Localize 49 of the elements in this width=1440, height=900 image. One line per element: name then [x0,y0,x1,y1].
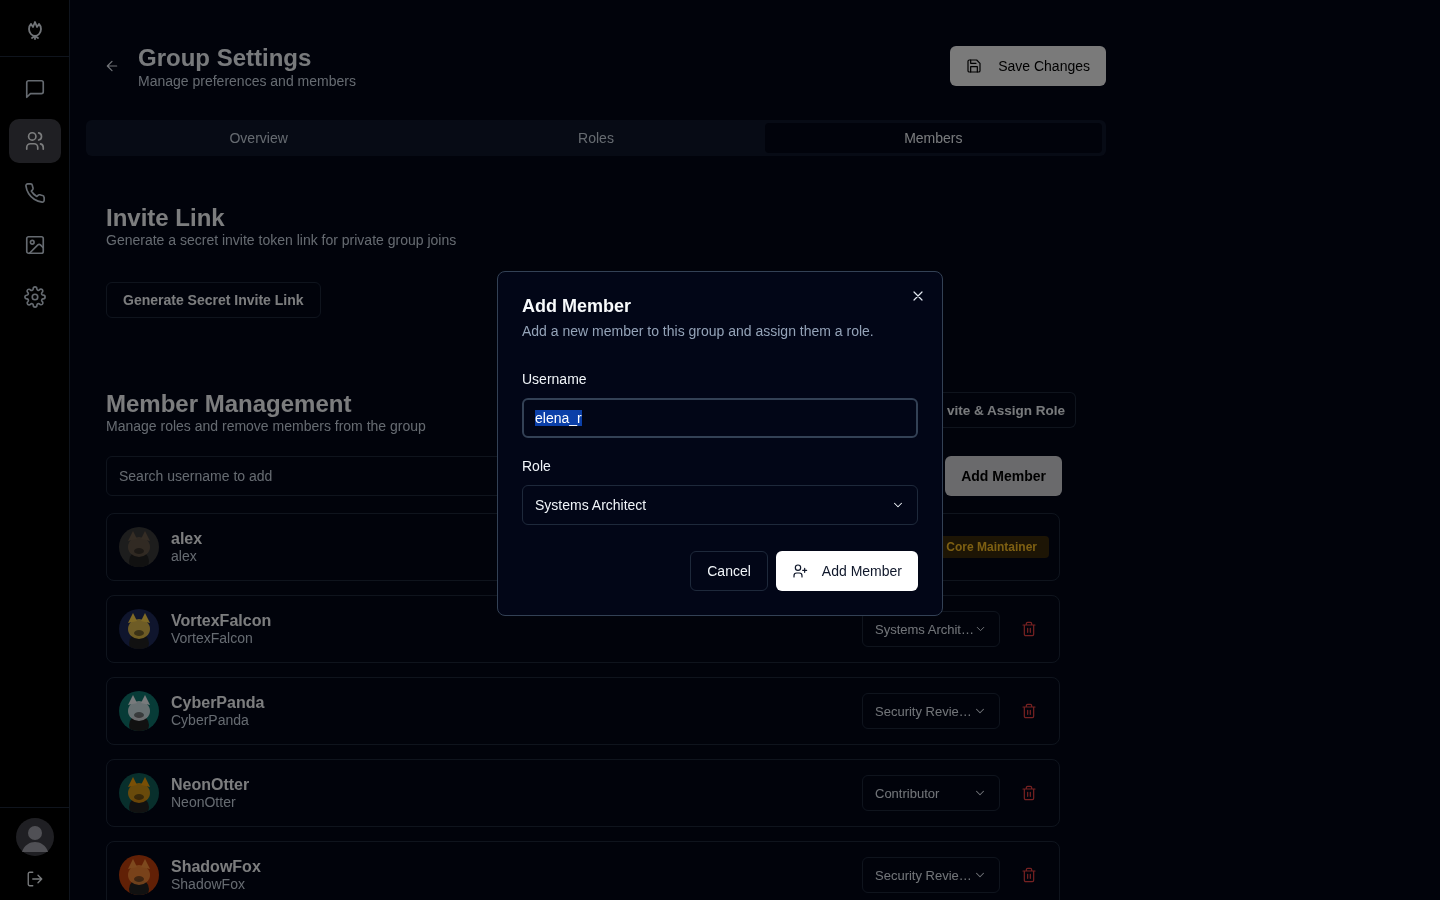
section-title: Invite Link [106,204,225,232]
back-arrow-icon [104,58,120,74]
member-username: CyberPanda [171,712,249,728]
dialog-title: Add Member [522,296,632,317]
add-member-button[interactable]: Add Member [775,551,918,591]
member-name: NeonOtter [171,776,250,794]
role-select[interactable]: Systems Archit… [862,611,1000,647]
trash-icon [1021,867,1037,883]
role-select[interactable]: Systems Architect [522,485,918,525]
member-username: ShadowFox [171,876,245,892]
tab[interactable]: Overview [90,123,428,153]
add-member-button[interactable]: Add Member [945,456,1062,496]
member-username: alex [171,548,197,564]
tab[interactable]: Roles [427,123,765,153]
save-button[interactable]: Save Changes [950,46,1106,86]
trash-icon [1021,621,1037,637]
chat-icon [23,78,46,100]
member-username: VortexFalcon [171,630,253,646]
section-description: Generate a secret invite token link for private group joins [106,232,457,248]
trash-icon [1021,785,1037,801]
page-title: Group Settings [138,43,312,72]
input-field[interactable]: elena_r [522,398,918,438]
phone-icon [23,182,46,204]
section-description: Manage roles and remove members from the group [106,418,426,434]
assign-role-button[interactable]: vite & Assign Role [942,392,1076,428]
trash-icon [1021,703,1037,719]
role-select[interactable]: Security Revie… [862,857,1000,893]
page-subtitle: Manage preferences and members [138,72,356,89]
logout-icon [25,870,44,888]
member-name: VortexFalcon [171,612,272,630]
tab[interactable]: Members [764,123,1102,153]
dialog-description: Add a new member to this group and assign them a role. [522,323,875,339]
role-select[interactable]: Contributor [862,775,1000,811]
member-username: NeonOtter [171,794,236,810]
field-label: Username [522,371,587,387]
settings-icon [23,286,46,308]
member-name: CyberPanda [171,694,265,712]
user-plus-icon [791,563,808,579]
section-title: Member Management [106,390,352,418]
image-icon [23,234,46,256]
cancel-button[interactable]: Cancel [690,551,768,591]
member-name: alex [171,530,203,548]
nav-button[interactable] [8,119,61,163]
role-select[interactable]: Security Revie… [862,693,1000,729]
generate-link-button[interactable]: Generate Secret Invite Link [106,282,321,318]
avatar-icon[interactable] [15,818,54,856]
people-icon [23,130,46,152]
member-name: ShadowFox [171,858,261,876]
field-label: Role [522,458,551,474]
